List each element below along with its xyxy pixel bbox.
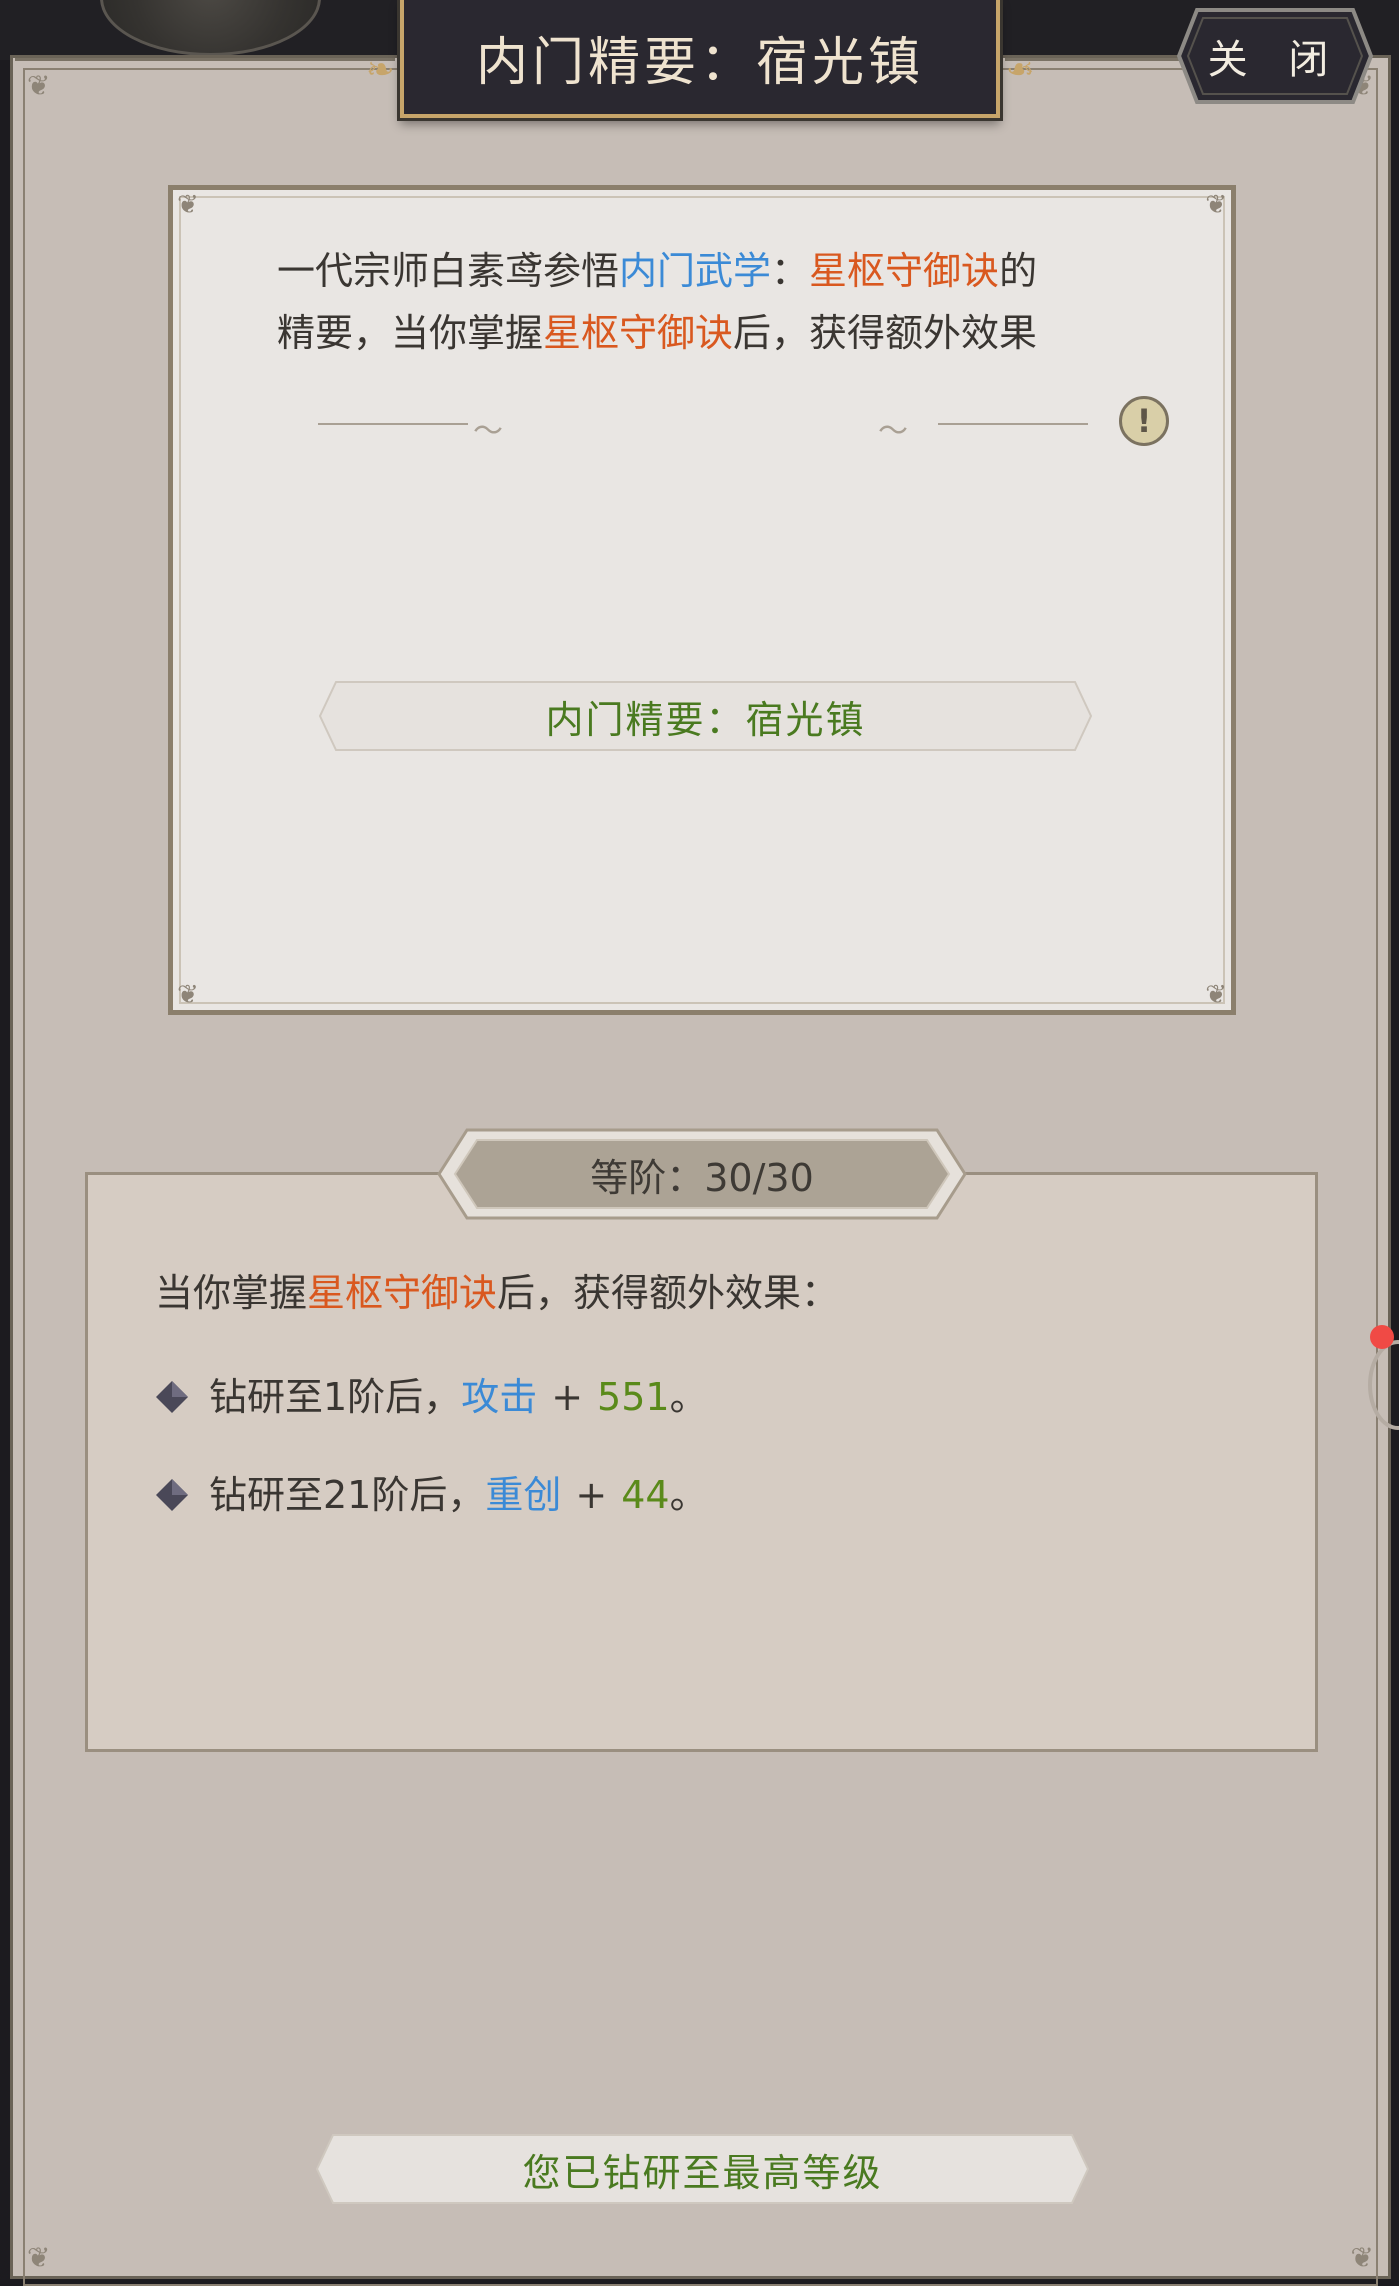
alert-glyph: ! (1136, 402, 1152, 440)
divider-left (318, 423, 468, 425)
skill-name: 星枢守御诀 (543, 311, 734, 355)
close-label: 关 闭 (1207, 37, 1343, 83)
level-label: 等阶：30/30 (590, 1155, 814, 1200)
effect-stat: 攻击 (461, 1375, 538, 1419)
notification-dot (1370, 1325, 1394, 1349)
description-text: 一代宗师白素鸢参悟内门武学：星枢守御诀的 精要，当你掌握星枢守御诀后，获得额外效… (277, 240, 1137, 364)
effect-plus: + (575, 1473, 608, 1517)
effect-item: 钻研至1阶后， 攻击 + 551 。 (155, 1369, 708, 1425)
skill-name: 星枢守御诀 (809, 249, 1000, 293)
desc-text: 精要，当你掌握 (277, 311, 544, 355)
desc-text: 一代宗师白素鸢参悟 (277, 249, 620, 293)
effect-prefix: 钻研至1阶后， (209, 1375, 462, 1419)
close-button[interactable]: 关 闭 (1175, 6, 1375, 106)
corner-ornament-icon: ❦ (1205, 980, 1227, 1010)
effect-value: 44 (621, 1473, 670, 1517)
background-medallion (100, 0, 321, 56)
level-tab: 等阶：30/30 (437, 1128, 967, 1220)
max-level-text: 您已钻研至最高等级 (522, 2150, 883, 2195)
divider-flourish-icon: ～ (878, 414, 908, 449)
corner-ornament-icon: ❦ (1350, 2241, 1374, 2274)
corner-ornament-icon: ❦ (27, 2241, 51, 2274)
effect-prefix: 钻研至21阶后， (209, 1473, 486, 1517)
martial-type-tag: 内门武学 (619, 249, 772, 293)
divider-flourish-icon: ～ (473, 414, 503, 449)
effect-item: 钻研至21阶后， 重创 + 44 。 (155, 1467, 708, 1523)
effect-suffix: 。 (669, 1473, 708, 1517)
divider-right (938, 423, 1088, 425)
desc-text: 的 (999, 249, 1038, 293)
description-card: ❦ ❦ ❦ ❦ 一代宗师白素鸢参悟内门武学：星枢守御诀的 精要，当你掌握星枢守御… (168, 185, 1236, 1015)
max-level-status: 您已钻研至最高等级 (315, 2133, 1090, 2205)
desc-text: ： (771, 249, 810, 293)
effects-box (85, 1172, 1318, 1752)
title-wing-icon: ❧ (366, 50, 395, 90)
info-alert-icon[interactable]: ! (1119, 396, 1169, 446)
corner-ornament-icon: ❦ (1205, 190, 1227, 220)
diamond-bullet-icon (156, 1381, 188, 1413)
page-title: 内门精要：宿光镇 (475, 32, 924, 93)
title-wing-icon: ❧ (1006, 50, 1035, 90)
effect-suffix: 。 (669, 1375, 708, 1419)
card-banner: 内门精要：宿光镇 (318, 680, 1093, 752)
corner-ornament-icon: ❦ (177, 980, 199, 1010)
effect-stat: 重创 (485, 1473, 562, 1517)
effect-plus: + (551, 1375, 584, 1419)
desc-text: 后，获得额外效果 (733, 311, 1038, 355)
title-plate: 内门精要：宿光镇 (400, 0, 1000, 118)
corner-ornament-icon: ❦ (177, 190, 199, 220)
effects-heading-text: 后，获得额外效果： (497, 1271, 840, 1315)
card-banner-text: 内门精要：宿光镇 (545, 697, 866, 742)
effects-heading-text: 当你掌握 (155, 1271, 308, 1315)
corner-ornament-icon: ❦ (27, 69, 51, 102)
effect-value: 551 (597, 1375, 670, 1419)
title-rule (15, 58, 395, 61)
effects-heading: 当你掌握星枢守御诀后，获得额外效果： (155, 1265, 839, 1321)
diamond-bullet-icon (156, 1479, 188, 1511)
skill-name: 星枢守御诀 (307, 1271, 498, 1315)
